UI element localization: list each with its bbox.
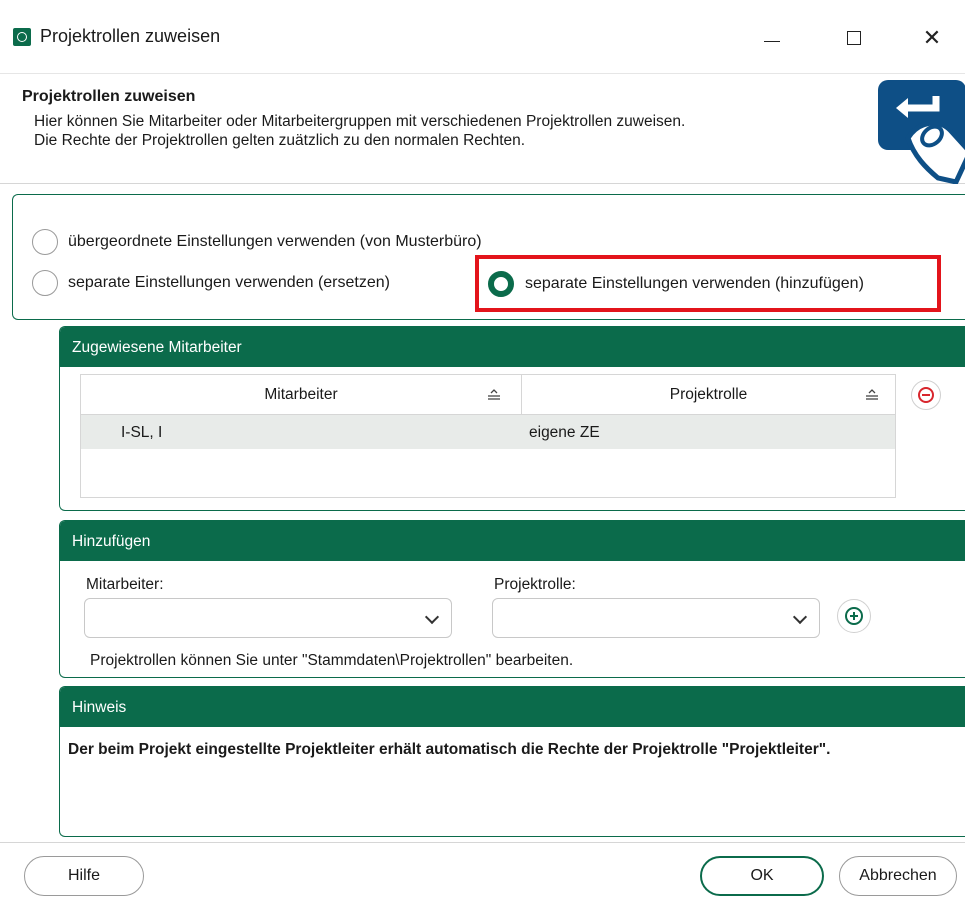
radio-replace[interactable]	[32, 270, 58, 296]
dialog-header: Projektrollen zuweisen Hier können Sie M…	[0, 74, 965, 184]
plus-circle-icon	[845, 607, 863, 625]
title-bar: Projektrollen zuweisen ✕	[0, 0, 965, 74]
roles-hint: Projektrollen können Sie unter "Stammdat…	[90, 652, 574, 669]
maximize-button[interactable]	[831, 20, 877, 56]
cell-projektrolle: eigene ZE	[529, 424, 600, 441]
header-title: Projektrollen zuweisen	[22, 88, 196, 105]
highlight-box	[475, 255, 941, 312]
table-row[interactable]: I-SL, I eigene ZE	[81, 415, 895, 449]
assignment-table: Mitarbeiter Projektrolle I-SL, I eigene …	[80, 374, 896, 498]
close-button[interactable]: ✕	[909, 20, 955, 56]
remove-button[interactable]	[911, 380, 941, 410]
dialog-window: Projektrollen zuweisen ✕ Projektrollen z…	[0, 0, 965, 902]
employee-select[interactable]	[84, 598, 452, 638]
sort-icon[interactable]	[487, 388, 501, 400]
add-panel-title: Hinzufügen	[60, 521, 965, 561]
help-button[interactable]: Hilfe	[24, 856, 144, 896]
header-description: Hier können Sie Mitarbeiter oder Mitarbe…	[34, 113, 686, 149]
role-select[interactable]	[492, 598, 820, 638]
column-header-mitarbeiter[interactable]: Mitarbeiter	[81, 375, 521, 415]
minimize-icon	[764, 40, 780, 42]
add-button[interactable]	[837, 599, 871, 633]
employee-label: Mitarbeiter:	[86, 576, 164, 593]
dialog-footer: Hilfe OK Abbrechen	[0, 842, 965, 902]
cell-mitarbeiter: I-SL, I	[121, 424, 163, 441]
minimize-button[interactable]	[749, 20, 795, 56]
radio-inherit[interactable]	[32, 229, 58, 255]
cancel-button[interactable]: Abbrechen	[839, 856, 957, 896]
enter-key-touch-icon	[878, 80, 965, 184]
app-icon	[13, 28, 31, 46]
note-text: Der beim Projekt eingestellte Projektlei…	[68, 741, 831, 758]
chevron-down-icon	[424, 609, 440, 625]
chevron-down-icon	[792, 609, 808, 625]
column-header-projektrolle[interactable]: Projektrolle	[522, 375, 895, 415]
table-header: Mitarbeiter Projektrolle	[81, 375, 895, 415]
radio-replace-label: separate Einstellungen verwenden (ersetz…	[68, 274, 390, 291]
radio-inherit-label: übergeordnete Einstellungen verwenden (v…	[68, 233, 482, 250]
sort-icon[interactable]	[865, 388, 879, 400]
minus-circle-icon	[918, 387, 934, 403]
role-label: Projektrolle:	[494, 576, 576, 593]
assigned-panel-title: Zugewiesene Mitarbeiter	[60, 327, 965, 367]
note-panel-title: Hinweis	[60, 687, 965, 727]
maximize-icon	[847, 31, 861, 45]
window-title: Projektrollen zuweisen	[40, 26, 221, 46]
close-icon: ✕	[922, 25, 942, 50]
ok-button[interactable]: OK	[700, 856, 824, 896]
note-panel: Hinweis	[59, 686, 965, 837]
